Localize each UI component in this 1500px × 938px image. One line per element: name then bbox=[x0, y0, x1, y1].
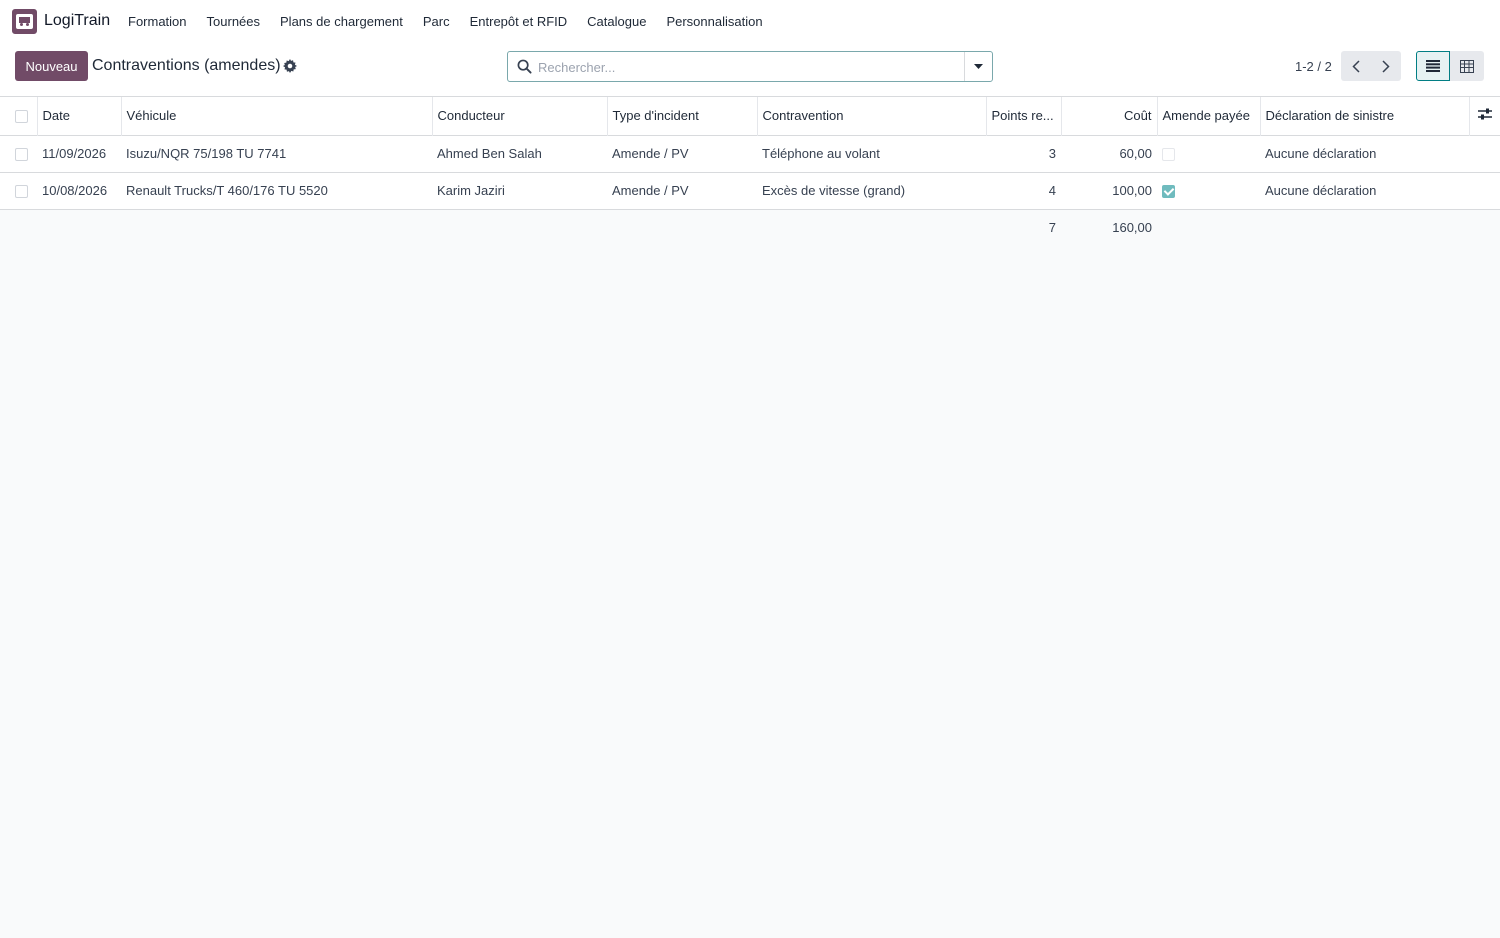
table-row[interactable]: 11/09/2026 Isuzu/NQR 75/198 TU 7741 Ahme… bbox=[0, 135, 1500, 172]
cell-cost[interactable]: 60,00 bbox=[1061, 135, 1157, 172]
pager-previous-button[interactable] bbox=[1341, 51, 1371, 81]
optional-columns-toggle[interactable] bbox=[1469, 97, 1500, 135]
cell-points[interactable]: 4 bbox=[986, 172, 1061, 209]
cell-vehicle[interactable]: Isuzu/NQR 75/198 TU 7741 bbox=[121, 135, 432, 172]
cell-offense[interactable]: Excès de vitesse (grand) bbox=[757, 172, 986, 209]
menu-item-plans-de-chargement[interactable]: Plans de chargement bbox=[270, 0, 413, 43]
cell-cost[interactable]: 100,00 bbox=[1061, 172, 1157, 209]
list-view: Date Véhicule Conducteur Type d'incident… bbox=[0, 97, 1500, 245]
column-header-vehicle[interactable]: Véhicule bbox=[121, 97, 433, 135]
menu-item-catalogue[interactable]: Catalogue bbox=[577, 0, 656, 43]
table-grid-icon bbox=[1460, 59, 1474, 73]
column-header-cost[interactable]: Coût bbox=[1061, 97, 1158, 135]
row-select-cell bbox=[0, 172, 37, 209]
control-panel: Nouveau Contraventions (amendes) 1-2 / 2 bbox=[0, 43, 1500, 97]
pivot-view-button[interactable] bbox=[1450, 51, 1484, 81]
cell-driver[interactable]: Karim Jaziri bbox=[432, 172, 607, 209]
page-title: Contraventions (amendes) bbox=[92, 57, 281, 74]
total-points: 7 bbox=[1048, 219, 1056, 235]
cell-claim[interactable]: Aucune déclaration bbox=[1260, 135, 1469, 172]
records-table: Date Véhicule Conducteur Type d'incident… bbox=[0, 97, 1500, 245]
cell-vehicle[interactable]: Renault Trucks/T 460/176 TU 5520 bbox=[121, 172, 432, 209]
pager-value[interactable]: 1-2 / 2 bbox=[1295, 59, 1332, 74]
column-header-offense[interactable]: Contravention bbox=[757, 97, 987, 135]
cell-claim[interactable]: Aucune déclaration bbox=[1260, 172, 1469, 209]
select-all-checkbox[interactable] bbox=[15, 110, 28, 124]
menu-item-formation[interactable]: Formation bbox=[118, 0, 197, 43]
cell-driver[interactable]: Ahmed Ben Salah bbox=[432, 135, 607, 172]
cell-spacer bbox=[1469, 135, 1500, 172]
app-name[interactable]: LogiTrain bbox=[44, 12, 110, 30]
main-menu: Formation Tournées Plans de chargement P… bbox=[118, 0, 773, 43]
cell-offense[interactable]: Téléphone au volant bbox=[757, 135, 986, 172]
row-select-cell bbox=[0, 135, 37, 172]
truck-icon bbox=[19, 17, 30, 26]
cell-fine-paid bbox=[1157, 135, 1260, 172]
chevron-right-icon bbox=[1382, 59, 1390, 73]
menu-item-tournees[interactable]: Tournées bbox=[197, 0, 270, 43]
fine-paid-checkbox[interactable] bbox=[1162, 185, 1175, 199]
top-navbar: LogiTrain Formation Tournées Plans de ch… bbox=[0, 0, 1500, 43]
new-button[interactable]: Nouveau bbox=[15, 51, 88, 81]
fine-paid-checkbox[interactable] bbox=[1162, 148, 1175, 162]
column-header-date[interactable]: Date bbox=[37, 97, 122, 135]
select-all-cell bbox=[0, 97, 38, 135]
gear-icon[interactable] bbox=[283, 59, 297, 73]
menu-item-parc[interactable]: Parc bbox=[413, 0, 460, 43]
cell-incident-type[interactable]: Amende / PV bbox=[607, 135, 757, 172]
table-row[interactable]: 10/08/2026 Renault Trucks/T 460/176 TU 5… bbox=[0, 172, 1500, 209]
cell-fine-paid bbox=[1157, 172, 1260, 209]
menu-item-entrepot-rfid[interactable]: Entrepôt et RFID bbox=[460, 0, 578, 43]
cell-spacer bbox=[1469, 172, 1500, 209]
totals-row: 7 160,00 bbox=[0, 209, 1500, 245]
chevron-left-icon bbox=[1352, 59, 1360, 73]
row-checkbox[interactable] bbox=[15, 148, 28, 162]
search-icon bbox=[517, 59, 532, 74]
row-checkbox[interactable] bbox=[15, 185, 28, 199]
caret-down-icon bbox=[974, 63, 983, 69]
column-header-fine-paid[interactable]: Amende payée bbox=[1157, 97, 1261, 135]
cell-date[interactable]: 11/09/2026 bbox=[37, 135, 121, 172]
table-header-row: Date Véhicule Conducteur Type d'incident… bbox=[0, 97, 1500, 135]
list-icon bbox=[1426, 60, 1440, 72]
column-header-claim[interactable]: Déclaration de sinistre bbox=[1260, 97, 1470, 135]
pager-next-button[interactable] bbox=[1371, 51, 1401, 81]
column-header-points[interactable]: Points re... bbox=[986, 97, 1062, 135]
list-view-button[interactable] bbox=[1416, 51, 1450, 81]
sliders-icon bbox=[1477, 108, 1492, 120]
search-options-toggle[interactable] bbox=[964, 52, 992, 81]
total-cost: 160,00 bbox=[1112, 219, 1152, 235]
app-logo-icon[interactable] bbox=[12, 9, 37, 34]
column-header-driver[interactable]: Conducteur bbox=[432, 97, 608, 135]
cell-incident-type[interactable]: Amende / PV bbox=[607, 172, 757, 209]
search-box bbox=[507, 51, 993, 82]
cell-date[interactable]: 10/08/2026 bbox=[37, 172, 121, 209]
column-header-incident-type[interactable]: Type d'incident bbox=[607, 97, 758, 135]
menu-item-personnalisation[interactable]: Personnalisation bbox=[656, 0, 772, 43]
cell-points[interactable]: 3 bbox=[986, 135, 1061, 172]
search-input[interactable] bbox=[538, 56, 958, 78]
